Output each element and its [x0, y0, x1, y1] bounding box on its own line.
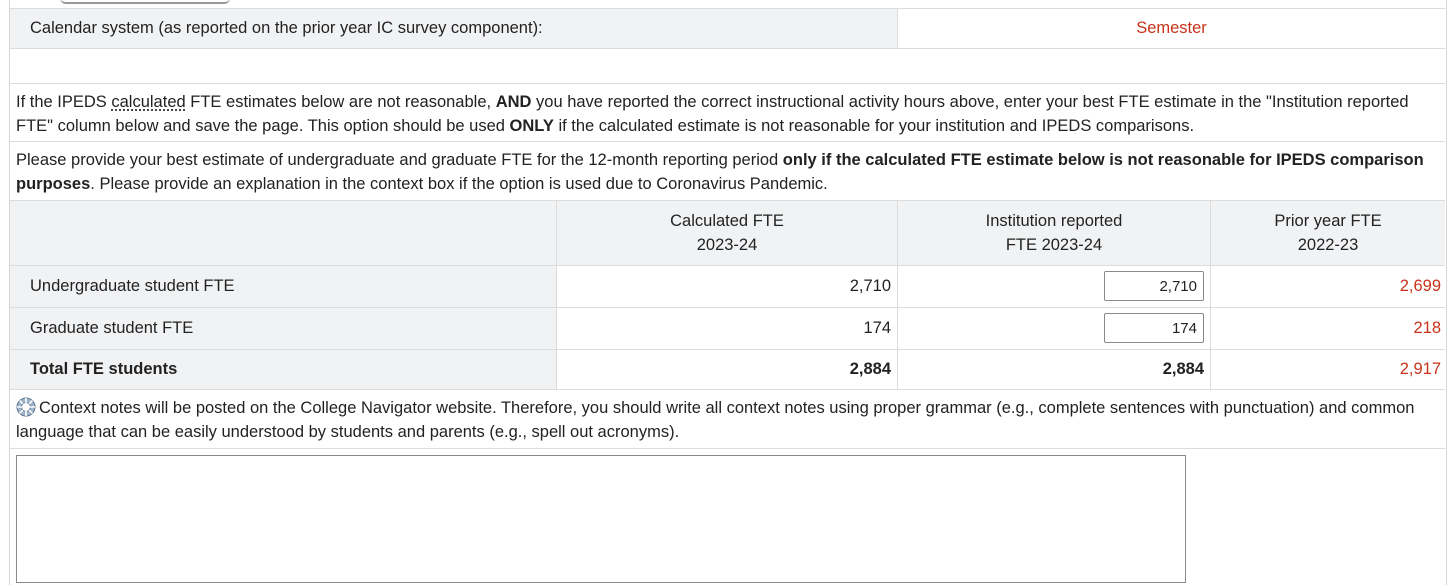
instruction-text: Please provide your best estimate of und… [16, 151, 783, 169]
context-notes-textarea[interactable] [16, 455, 1186, 583]
total-calculated-value: 2,884 [849, 360, 891, 378]
header-calculated-line1: Calculated FTE [670, 212, 784, 230]
calendar-row: Calendar system (as reported on the prio… [10, 8, 1445, 49]
institution-cell [897, 266, 1210, 307]
instruction-paragraph-1: If the IPEDS calculated FTE estimates be… [16, 90, 1441, 138]
calendar-label-cell: Calendar system (as reported on the prio… [10, 9, 897, 48]
context-note-text: Context notes will be posted on the Coll… [16, 399, 1415, 441]
header-prior: Prior year FTE 2022-23 [1210, 201, 1445, 265]
instruction-text: FTE estimates below are not reasonable, [185, 93, 496, 111]
header-institution-line1: Institution reported [985, 212, 1123, 230]
header-prior-line1: Prior year FTE [1274, 212, 1382, 230]
calculated-term: calculated [111, 93, 186, 111]
instruction-text: If the IPEDS [16, 93, 112, 111]
header-institution-line2: FTE 2023-24 [1005, 236, 1103, 254]
total-calculated-cell: 2,884 [556, 350, 897, 389]
calendar-value: Semester [1136, 19, 1207, 37]
header-calculated: Calculated FTE 2023-24 [556, 201, 897, 265]
total-institution-cell: 2,884 [897, 350, 1210, 389]
calendar-label: Calendar system (as reported on the prio… [30, 19, 543, 37]
divider [10, 448, 1445, 449]
total-institution-value: 2,884 [1162, 360, 1204, 378]
calendar-value-cell: Semester [897, 9, 1445, 48]
section-heading-fragment [60, 0, 230, 4]
prior-cell: 2,699 [1210, 266, 1445, 307]
calculated-cell: 2,710 [556, 266, 897, 307]
prior-cell: 218 [1210, 308, 1445, 349]
undergraduate-fte-input[interactable] [1104, 271, 1204, 301]
header-calculated-line2: 2023-24 [696, 236, 758, 254]
total-prior-cell: 2,917 [1210, 350, 1445, 389]
context-note: Context notes will be posted on the Coll… [16, 396, 1441, 444]
total-prior-value: 2,917 [1399, 360, 1441, 378]
total-label: Total FTE students [30, 360, 178, 378]
instruction-emphasis: ONLY [509, 117, 554, 135]
graduate-fte-input[interactable] [1104, 313, 1204, 343]
header-institution: Institution reported FTE 2023-24 [897, 201, 1210, 265]
help-wheel-icon[interactable] [16, 397, 36, 417]
row-label-cell: Undergraduate student FTE [10, 266, 556, 307]
prior-value: 2,699 [1399, 277, 1441, 295]
total-row: Total FTE students 2,884 2,884 2,917 [10, 349, 1445, 390]
divider [10, 141, 1445, 142]
total-label-cell: Total FTE students [10, 350, 556, 389]
calculated-value: 174 [863, 319, 891, 337]
header-prior-line2: 2022-23 [1297, 236, 1359, 254]
row-label-cell: Graduate student FTE [10, 308, 556, 349]
row-label: Undergraduate student FTE [30, 277, 235, 295]
instruction-text: if the calculated estimate is not reason… [553, 117, 1195, 135]
calculated-cell: 174 [556, 308, 897, 349]
row-label: Graduate student FTE [30, 319, 194, 337]
instruction-emphasis: AND [495, 93, 532, 111]
prior-value: 218 [1413, 319, 1441, 337]
table-row: Undergraduate student FTE 2,710 2,699 [10, 265, 1445, 307]
instruction-paragraph-2: Please provide your best estimate of und… [16, 148, 1441, 196]
table-row: Graduate student FTE 174 218 [10, 307, 1445, 349]
table-header-row: Calculated FTE 2023-24 Institution report… [10, 200, 1445, 265]
instruction-text: . Please provide an explanation in the c… [90, 175, 828, 193]
institution-cell [897, 308, 1210, 349]
calculated-value: 2,710 [849, 277, 891, 295]
spacer-row [10, 83, 1445, 84]
header-empty-cell [10, 201, 556, 265]
